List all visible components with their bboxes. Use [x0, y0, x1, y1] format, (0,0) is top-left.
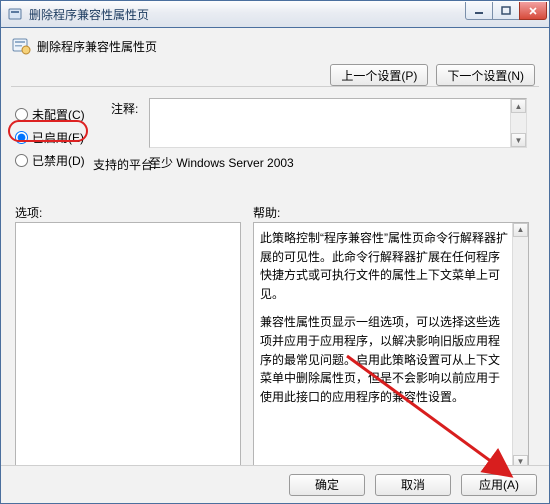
radio-disabled-label: 已禁用(D): [32, 152, 85, 169]
radio-enabled-input[interactable]: [15, 131, 28, 144]
radio-enabled[interactable]: 已启用(E): [15, 129, 105, 146]
comment-textbox[interactable]: ▲ ▼: [149, 98, 527, 148]
comment-scrollbar[interactable]: ▲ ▼: [510, 99, 526, 147]
titlebar: 删除程序兼容性属性页: [0, 0, 550, 28]
scroll-up-icon[interactable]: ▲: [513, 223, 528, 237]
window-controls: [466, 2, 547, 22]
radio-enabled-label: 已启用(E): [32, 129, 84, 146]
prev-setting-button[interactable]: 上一个设置(P): [330, 64, 428, 86]
page-title: 删除程序兼容性属性页: [37, 38, 157, 55]
options-label: 选项:: [15, 204, 42, 221]
close-button[interactable]: [519, 2, 547, 20]
window-title: 删除程序兼容性属性页: [29, 6, 466, 23]
app-icon: [7, 6, 23, 22]
platform-label: 支持的平台:: [93, 156, 156, 173]
nav-buttons: 上一个设置(P) 下一个设置(N): [330, 64, 535, 86]
help-scrollbar[interactable]: ▲ ▼: [512, 223, 528, 469]
options-listbox[interactable]: [15, 222, 241, 470]
state-radios: 未配置(C) 已启用(E) 已禁用(D): [15, 100, 105, 175]
policy-icon: [11, 36, 31, 56]
maximize-button[interactable]: [492, 2, 520, 20]
help-paragraph-1: 此策略控制“程序兼容性”属性页命令行解释器扩展的可见性。此命令行解释器扩展在任何…: [260, 229, 508, 303]
page-header: 删除程序兼容性属性页: [11, 36, 539, 56]
help-textbox: 此策略控制“程序兼容性”属性页命令行解释器扩展的可见性。此命令行解释器扩展在任何…: [253, 222, 529, 470]
platform-value: 至少 Windows Server 2003: [149, 154, 527, 171]
radio-disabled-input[interactable]: [15, 154, 28, 167]
scroll-up-icon[interactable]: ▲: [511, 99, 526, 113]
help-label: 帮助:: [253, 204, 280, 221]
next-setting-button[interactable]: 下一个设置(N): [436, 64, 535, 86]
dialog-footer: 确定 取消 应用(A): [1, 465, 549, 503]
radio-not-configured[interactable]: 未配置(C): [15, 106, 105, 123]
separator: [11, 86, 539, 87]
apply-button[interactable]: 应用(A): [461, 474, 537, 496]
comment-label: 注释:: [111, 100, 138, 117]
cancel-button[interactable]: 取消: [375, 474, 451, 496]
help-paragraph-2: 兼容性属性页显示一组选项，可以选择这些选项并应用于应用程序，以解决影响旧版应用程…: [260, 313, 508, 406]
ok-button[interactable]: 确定: [289, 474, 365, 496]
radio-not-configured-input[interactable]: [15, 108, 28, 121]
radio-not-configured-label: 未配置(C): [32, 106, 85, 123]
minimize-button[interactable]: [465, 2, 493, 20]
radio-disabled[interactable]: 已禁用(D): [15, 152, 105, 169]
content-area: 删除程序兼容性属性页 上一个设置(P) 下一个设置(N) 未配置(C) 已启用(…: [0, 28, 550, 504]
scroll-down-icon[interactable]: ▼: [511, 133, 526, 147]
